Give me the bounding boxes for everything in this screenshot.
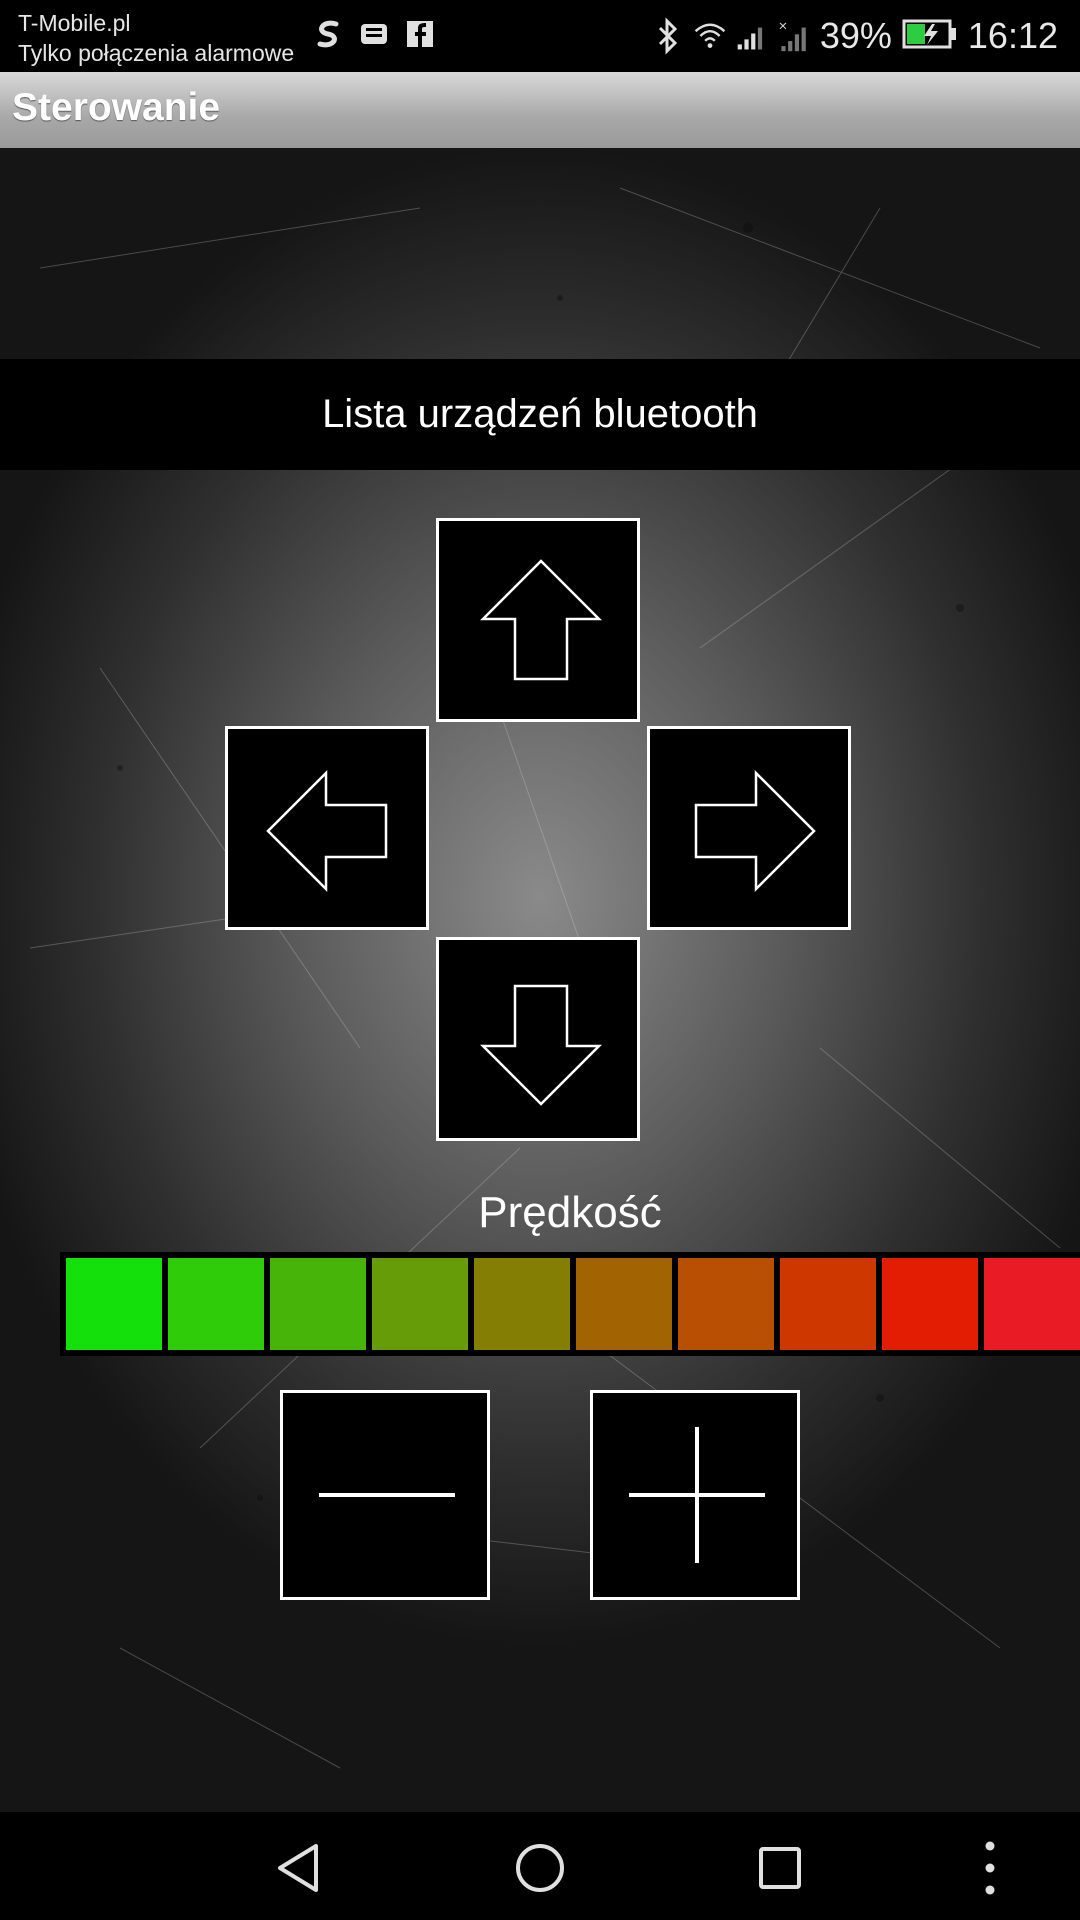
speed-segment bbox=[474, 1258, 570, 1350]
signal-icon bbox=[736, 18, 768, 54]
no-signal-icon: × bbox=[778, 18, 810, 54]
page-title: Sterowanie bbox=[12, 86, 221, 129]
backward-button[interactable] bbox=[436, 937, 640, 1141]
speed-segment bbox=[780, 1258, 876, 1350]
navigation-bar bbox=[0, 1812, 1080, 1920]
bluetooth-icon bbox=[652, 17, 684, 55]
menu-icon[interactable] bbox=[960, 1838, 1020, 1898]
battery-percent: 39% bbox=[819, 15, 892, 56]
wifi-icon bbox=[694, 18, 726, 54]
forward-button[interactable] bbox=[436, 518, 640, 722]
clock: 16:12 bbox=[967, 15, 1058, 56]
left-button[interactable] bbox=[225, 726, 429, 930]
back-icon[interactable] bbox=[270, 1838, 330, 1898]
bluetooth-devices-button[interactable]: Lista urządzeń bluetooth bbox=[0, 359, 1080, 470]
svg-text:×: × bbox=[778, 18, 788, 32]
printer-icon bbox=[358, 16, 390, 52]
facebook-icon bbox=[404, 16, 436, 52]
speed-indicator bbox=[60, 1252, 1080, 1356]
battery-charging-icon bbox=[902, 19, 958, 53]
speed-segment bbox=[882, 1258, 978, 1350]
speed-segment bbox=[576, 1258, 672, 1350]
bluetooth-devices-label: Lista urządzeń bluetooth bbox=[322, 392, 758, 436]
speed-segment bbox=[270, 1258, 366, 1350]
speed-segment bbox=[678, 1258, 774, 1350]
right-button[interactable] bbox=[647, 726, 851, 930]
speed-decrease-button[interactable] bbox=[280, 1390, 490, 1600]
arrow-down-icon bbox=[479, 984, 603, 1106]
plus-icon bbox=[629, 1427, 765, 1563]
speed-segment bbox=[372, 1258, 468, 1350]
home-icon[interactable] bbox=[510, 1838, 570, 1898]
speed-label: Prędkość bbox=[478, 1188, 662, 1237]
carrier-info: T-Mobile.pl Tylko połączenia alarmowe bbox=[18, 8, 294, 68]
arrow-right-icon bbox=[694, 769, 816, 893]
swype-icon bbox=[312, 16, 344, 52]
control-screen: Lista urządzeń bluetooth Prędkość bbox=[0, 148, 1080, 1812]
status-bar: T-Mobile.pl Tylko połączenia alarmowe × … bbox=[0, 0, 1080, 72]
speed-segment bbox=[66, 1258, 162, 1350]
arrow-left-icon bbox=[266, 769, 388, 893]
speed-increase-button[interactable] bbox=[590, 1390, 800, 1600]
recents-icon[interactable] bbox=[750, 1838, 810, 1898]
carrier-name: T-Mobile.pl bbox=[18, 10, 131, 36]
speed-segment bbox=[168, 1258, 264, 1350]
minus-icon bbox=[319, 1493, 455, 1497]
action-bar: Sterowanie bbox=[0, 72, 1080, 148]
arrow-up-icon bbox=[479, 559, 603, 681]
emergency-calls-text: Tylko połączenia alarmowe bbox=[18, 40, 295, 66]
speed-segment bbox=[984, 1258, 1080, 1350]
